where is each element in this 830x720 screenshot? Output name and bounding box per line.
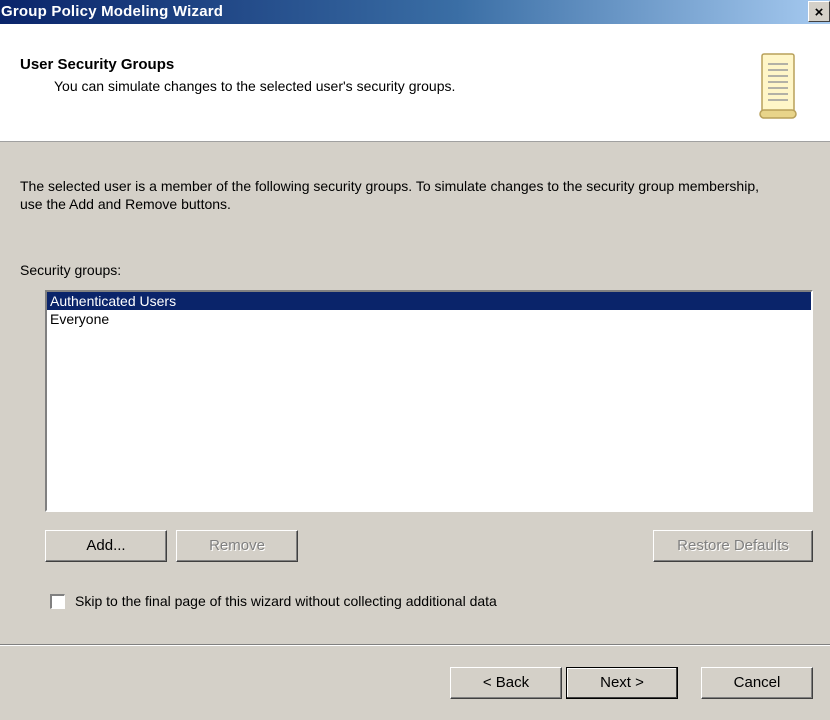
add-button[interactable]: Add... — [45, 530, 167, 562]
page-title: User Security Groups — [20, 56, 175, 73]
title-bar: Group Policy Modeling Wizard × — [0, 0, 830, 24]
page-subtitle: You can simulate changes to the selected… — [54, 78, 456, 94]
list-item[interactable]: Authenticated Users — [47, 292, 811, 310]
next-button[interactable]: Next > — [566, 667, 678, 699]
close-icon: × — [814, 4, 824, 21]
list-item[interactable]: Everyone — [47, 310, 811, 328]
description-text: The selected user is a member of the fol… — [20, 178, 759, 212]
skip-checkbox-label[interactable]: Skip to the final page of this wizard wi… — [75, 593, 497, 609]
close-button[interactable]: × — [808, 1, 830, 22]
wizard-body: The selected user is a member of the fol… — [0, 142, 830, 644]
remove-button[interactable]: Remove — [176, 530, 298, 562]
security-groups-label: Security groups: — [20, 262, 122, 278]
security-groups-list[interactable]: Authenticated Users Everyone — [45, 290, 813, 512]
cancel-button[interactable]: Cancel — [701, 667, 813, 699]
skip-checkbox[interactable] — [50, 594, 65, 609]
restore-defaults-button[interactable]: Restore Defaults — [653, 530, 813, 562]
scroll-icon — [759, 53, 797, 119]
back-button[interactable]: < Back — [450, 667, 562, 699]
wizard-footer: < Back Next > Cancel — [0, 646, 830, 720]
window-title: Group Policy Modeling Wizard — [1, 3, 224, 20]
wizard-header: User Security Groups You can simulate ch… — [0, 24, 830, 142]
